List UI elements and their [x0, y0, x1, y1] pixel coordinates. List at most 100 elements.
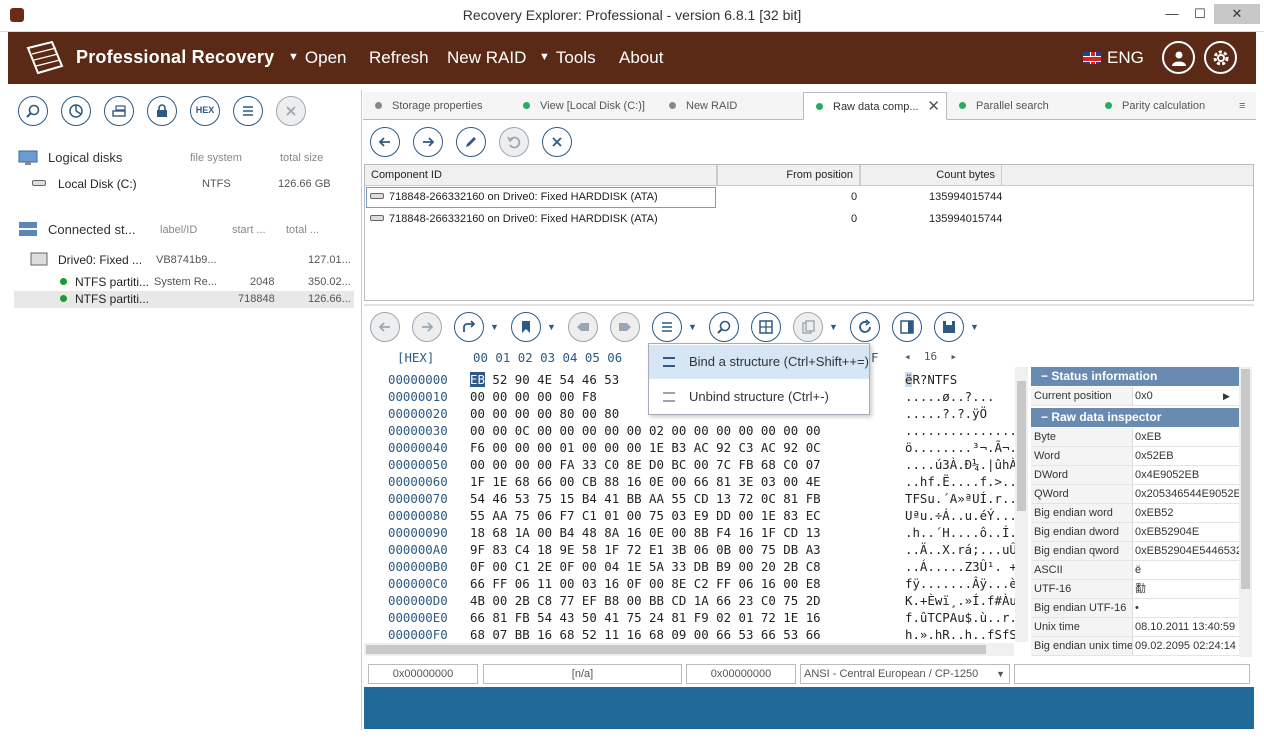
raw-data-inspector-header[interactable]: − Raw data inspector: [1031, 408, 1239, 427]
list-button[interactable]: [233, 96, 263, 126]
scroll-thumb[interactable]: [1241, 369, 1250, 589]
inspector-row[interactable]: Big endian dword 0xEB52904E: [1031, 523, 1239, 542]
minimize-button[interactable]: —: [1158, 4, 1186, 24]
hex-bytes[interactable]: EB 52 90 4E 54 46 53: [470, 372, 619, 387]
hex-row[interactable]: 00000070 54 46 53 75 15 B4 41 BB AA 55 CD…: [364, 491, 1024, 508]
hex-bytes[interactable]: 66 81 FB 54 43 50 41 75 24 81 F9 02 01 7…: [470, 610, 821, 625]
hex-bytes[interactable]: 18 68 1A 00 B4 48 8A 16 0E 00 8B F4 16 1…: [470, 525, 821, 540]
edit-button[interactable]: [456, 127, 486, 157]
hex-forward-button[interactable]: [412, 312, 442, 342]
hex-ascii[interactable]: ëR?NTFS: [905, 372, 957, 387]
forward-button[interactable]: [413, 127, 443, 157]
hex-bytes[interactable]: 55 AA 75 06 F7 C1 01 00 75 03 E9 DD 00 1…: [470, 508, 821, 523]
hex-row[interactable]: 00000090 18 68 1A 00 B4 48 8A 16 0E 00 8B…: [364, 525, 1017, 542]
inspector-row[interactable]: ASCII ë: [1031, 561, 1239, 580]
inspector-row[interactable]: Big endian qword 0xEB52904E54465320: [1031, 542, 1239, 561]
hex-ascii[interactable]: ................: [905, 423, 1024, 438]
hex-row[interactable]: 000000C0 66 FF 06 11 00 03 16 0F 00 8E C2…: [364, 576, 1017, 593]
hex-bytes[interactable]: 68 07 BB 16 68 52 11 16 68 09 00 66 53 6…: [470, 627, 821, 642]
hex-ascii[interactable]: .....ø..?...: [905, 389, 995, 404]
bytes-per-row-control[interactable]: ◂ 16 ▸: [904, 350, 957, 363]
hex-ascii[interactable]: .....?.?.ÿÖ: [905, 406, 987, 421]
hex-bytes[interactable]: 54 46 53 75 15 B4 41 BB AA 55 CD 13 72 0…: [470, 491, 821, 506]
hex-ascii[interactable]: f.ûTCPAu$.ù..r..: [905, 610, 1024, 625]
goto-button[interactable]: [454, 312, 484, 342]
inspector-row[interactable]: Big endian unix time 09.02.2095 02:24:14: [1031, 637, 1239, 656]
hex-row[interactable]: 00000050 00 00 00 00 FA 33 C0 8E D0 BC 00…: [364, 457, 1024, 474]
select-block-button[interactable]: [751, 312, 781, 342]
hex-bytes[interactable]: F6 00 00 00 01 00 00 00 1E B3 AC 92 C3 A…: [470, 440, 821, 455]
tab-raw-data-compare[interactable]: Raw data comp... ✕: [803, 92, 947, 120]
hex-row[interactable]: 000000F0 68 07 BB 16 68 52 11 16 68 09 00…: [364, 627, 1024, 644]
menu-new-raid[interactable]: New RAID: [447, 48, 526, 68]
hex-row[interactable]: 000000E0 66 81 FB 54 43 50 41 75 24 81 F9…: [364, 610, 1024, 627]
hex-bytes[interactable]: 00 00 00 00 FA 33 C0 8E D0 BC 00 7C FB 6…: [470, 457, 821, 472]
tab-new-raid[interactable]: New RAID: [657, 92, 803, 120]
hex-search-button[interactable]: [709, 312, 739, 342]
hex-bytes[interactable]: 0F 00 C1 2E 0F 00 04 1E 5A 33 DB B9 00 2…: [470, 559, 821, 574]
panel-toggle-button[interactable]: [892, 312, 922, 342]
close-tab-icon[interactable]: ✕: [927, 93, 940, 121]
col-from-position[interactable]: From position: [717, 165, 860, 186]
tab-storage-properties[interactable]: Storage properties: [363, 92, 511, 120]
next-icon[interactable]: ▸: [950, 350, 957, 363]
hex-vertical-scrollbar[interactable]: [1015, 367, 1028, 642]
back-button[interactable]: [370, 127, 400, 157]
tab-parallel-search[interactable]: Parallel search: [947, 92, 1093, 120]
settings-button[interactable]: [1204, 41, 1237, 74]
hex-ascii[interactable]: h.».hR..h..fSfSf: [905, 627, 1024, 642]
table-row[interactable]: 718848-266332160 on Drive0: Fixed HARDDI…: [365, 209, 1253, 230]
menu-tools[interactable]: ▼ Tools: [539, 48, 596, 68]
hex-ascii[interactable]: ....ú3À.Ð¼.|ûhÀ.: [905, 457, 1024, 472]
structure-dropdown-icon[interactable]: ▼: [688, 322, 697, 332]
structure-button[interactable]: [652, 312, 682, 342]
hex-bytes[interactable]: 00 00 0C 00 00 00 00 00 02 00 00 00 00 0…: [470, 423, 821, 438]
inspector-row[interactable]: Unix time 08.10.2011 13:40:59: [1031, 618, 1239, 637]
close-item-button[interactable]: [276, 96, 306, 126]
next-bookmark-button[interactable]: [610, 312, 640, 342]
unbind-structure-menu-item[interactable]: Unbind structure (Ctrl+-): [649, 380, 869, 414]
hex-bytes[interactable]: 00 00 00 00 00 F8: [470, 389, 597, 404]
bookmark-button[interactable]: [511, 312, 541, 342]
menu-refresh[interactable]: Refresh: [369, 48, 429, 68]
hex-bytes[interactable]: 9F 83 C4 18 9E 58 1F 72 E1 3B 06 0B 00 7…: [470, 542, 821, 557]
inspector-row[interactable]: Big endian UTF-16 •: [1031, 599, 1239, 618]
hex-ascii[interactable]: .h..´H....ô..Í.: [905, 525, 1017, 540]
hex-row[interactable]: 00000060 1F 1E 68 66 00 CB 88 16 0E 00 66…: [364, 474, 1024, 491]
user-button[interactable]: [1162, 41, 1195, 74]
hex-horizontal-scrollbar[interactable]: [364, 643, 1014, 656]
undo-button[interactable]: [499, 127, 529, 157]
encoding-select[interactable]: ANSI - Central European / CP-1250 ▼: [800, 664, 1010, 684]
inspector-row[interactable]: UTF-16 勫: [1031, 580, 1239, 599]
hex-back-button[interactable]: [370, 312, 400, 342]
inspector-row[interactable]: Byte 0xEB: [1031, 428, 1239, 447]
bind-structure-menu-item[interactable]: Bind a structure (Ctrl+Shift++=): [649, 345, 869, 379]
hex-row[interactable]: 000000D0 4B 00 2B C8 77 EF B8 00 BB CD 1A…: [364, 593, 1024, 610]
scroll-thumb[interactable]: [366, 645, 986, 654]
expand-arrow-icon[interactable]: ▶: [1223, 387, 1230, 405]
hex-ascii[interactable]: TFSu.´A»ªUÍ.r..û: [905, 491, 1024, 506]
table-row[interactable]: 718848-266332160 on Drive0: Fixed HARDDI…: [365, 187, 1253, 208]
hex-ascii[interactable]: ..Á.....Z3Û¹. +È: [905, 559, 1024, 574]
hex-ascii[interactable]: fÿ.......Âÿ...è: [905, 576, 1017, 591]
goto-dropdown-icon[interactable]: ▼: [490, 322, 499, 332]
tab-parity-calculation[interactable]: Parity calculation: [1093, 92, 1233, 120]
close-window-button[interactable]: ✕: [1214, 4, 1260, 24]
scroll-thumb[interactable]: [1017, 381, 1026, 511]
hex-ascii[interactable]: ö........³¬.Ã¬..: [905, 440, 1024, 455]
drive-image-button[interactable]: [104, 96, 134, 126]
hex-row[interactable]: 000000A0 9F 83 C4 18 9E 58 1F 72 E1 3B 06…: [364, 542, 1024, 559]
tabs-menu-icon[interactable]: ≡: [1233, 92, 1255, 120]
hex-bytes[interactable]: 00 00 00 00 80 00 80: [470, 406, 619, 421]
status-information-header[interactable]: − Status information: [1031, 367, 1239, 386]
hex-bytes[interactable]: 4B 00 2B C8 77 EF B8 00 BB CD 1A 66 23 C…: [470, 593, 821, 608]
selected-byte[interactable]: EB: [470, 372, 485, 387]
prev-bookmark-button[interactable]: [568, 312, 598, 342]
search-button[interactable]: [18, 96, 48, 126]
menu-open[interactable]: ▼ Open: [288, 48, 346, 68]
menu-about[interactable]: About: [619, 48, 663, 68]
remove-button[interactable]: [542, 127, 572, 157]
splitter[interactable]: [364, 304, 1254, 306]
partition-scan-button[interactable]: [61, 96, 91, 126]
hex-ascii[interactable]: ..Ä..X.rá;...uÛ£: [905, 542, 1024, 557]
